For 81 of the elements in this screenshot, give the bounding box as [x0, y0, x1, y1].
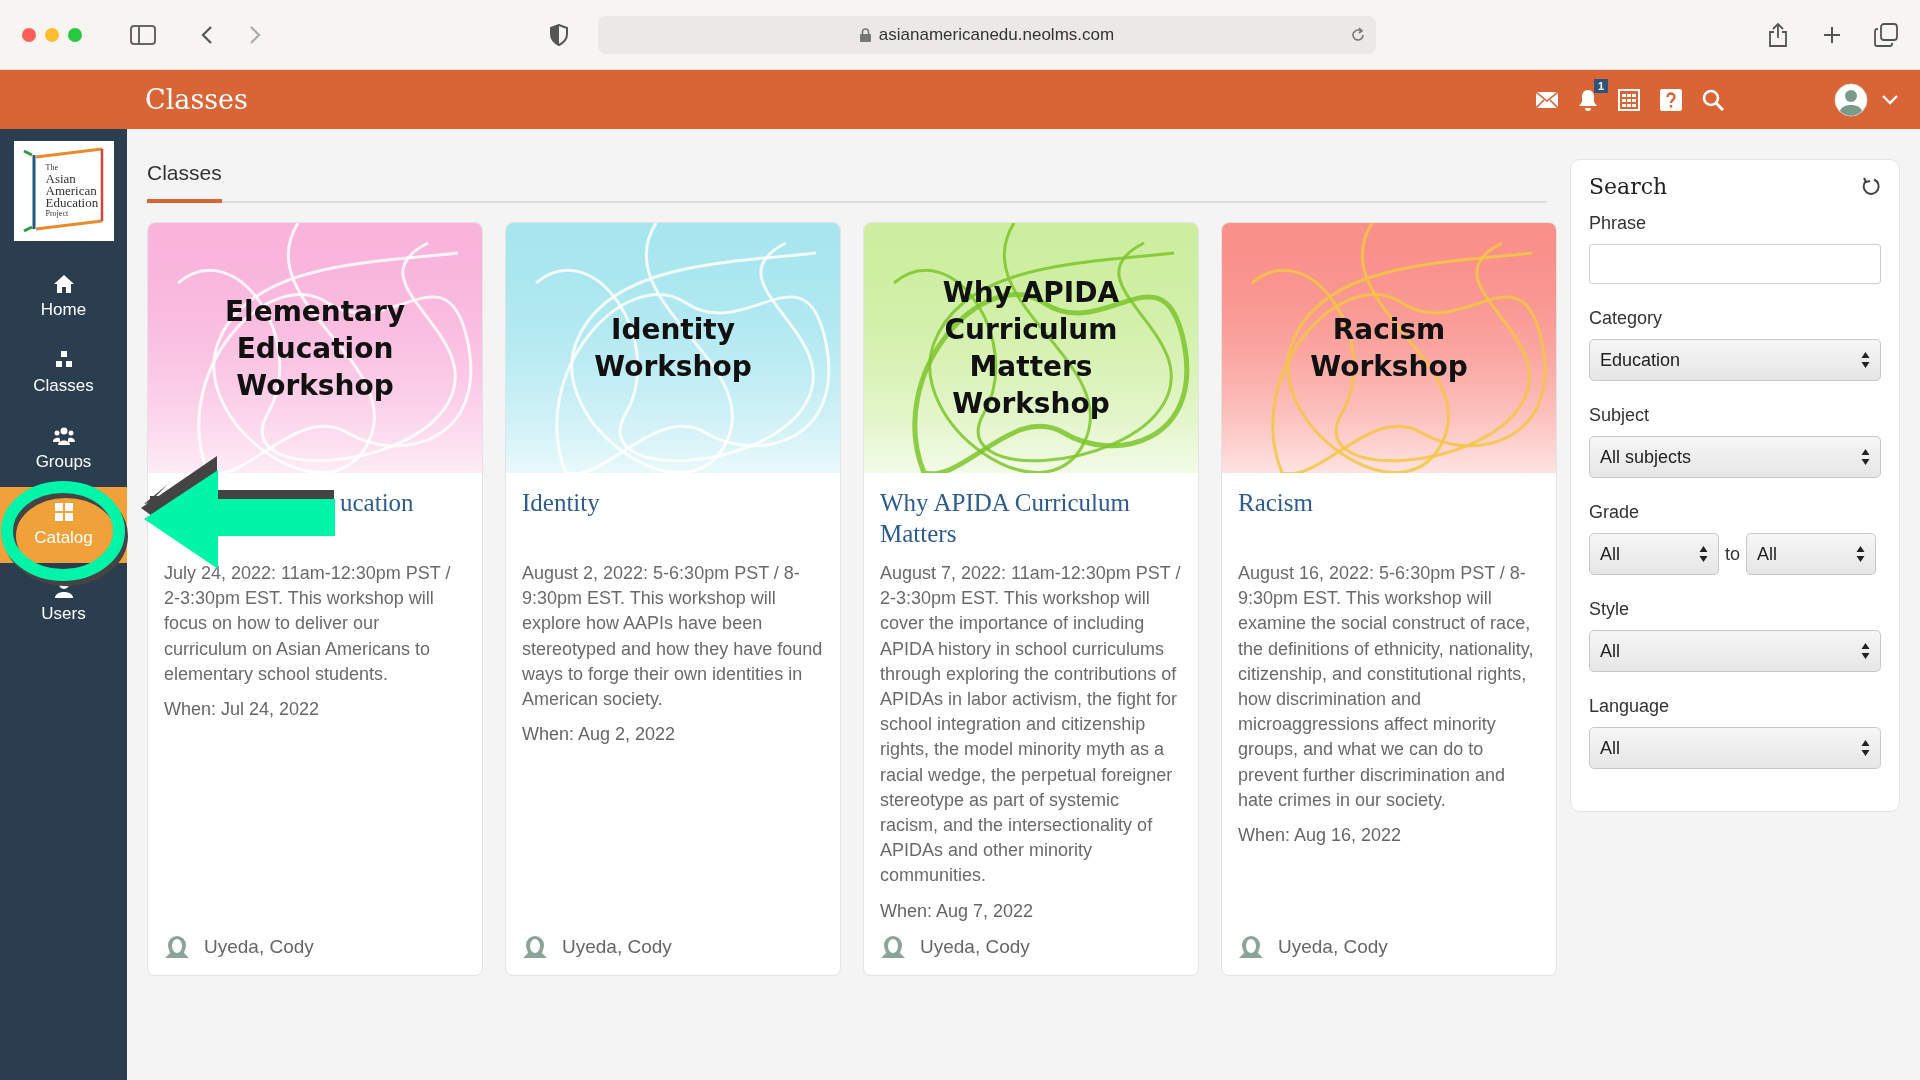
panel-title: Search — [1589, 174, 1668, 199]
banner-title: Identity Workshop — [593, 312, 753, 385]
updown-icon — [1856, 545, 1865, 563]
group-icon — [52, 426, 75, 446]
avatar-icon — [522, 935, 548, 959]
teacher-name[interactable]: Uyeda, Cody — [204, 936, 314, 958]
notification-badge: 1 — [1593, 78, 1608, 93]
share-icon[interactable] — [1768, 22, 1788, 47]
select-field[interactable]: All subjects — [1589, 436, 1881, 478]
avatar-icon — [164, 935, 190, 959]
logo-text: The — [45, 163, 59, 173]
logo-text: Asian — [45, 173, 77, 185]
sidebar-toggle-icon[interactable] — [130, 24, 156, 45]
reload-icon[interactable] — [1350, 26, 1366, 43]
bell-icon[interactable] — [1578, 88, 1598, 111]
logo-text: Education — [45, 197, 100, 209]
search-icon[interactable] — [1702, 88, 1724, 111]
updown-icon — [1861, 448, 1870, 466]
range-joiner: to — [1725, 543, 1740, 565]
field-label: Language — [1589, 696, 1671, 717]
page-title: Classes — [145, 84, 248, 115]
home-icon — [52, 274, 75, 294]
back-icon[interactable] — [200, 24, 214, 45]
class-description: August 7, 2022: 11am-12:30pm PST / 2-3:30pm EST. This workshop will cover the importance of including APIDA history in school curriculums through exploring the contributions of APIDAs in labor activism, the fight for school integration and citizenship rights, the model minority myth as a racial wedge, the perpetual foreigner stereotype as part of systemic racism, and the intersectionality of APIDAs and other minority communities. — [880, 562, 1182, 888]
class-description: August 16, 2022: 5-6:30pm PST / 8-9:30pm EST. This workshop will examine the social construct of race, the definitions of ethnicity, nationality, citizenship, and constitutional rights, how discrimination and microaggressions affect minority groups, and what we can do to prevent further discrimination and hate crimes in our society. — [1238, 562, 1535, 812]
logo-text: American — [45, 185, 98, 197]
reset-icon[interactable] — [1861, 176, 1881, 197]
avatar-icon — [1238, 935, 1264, 959]
class-card[interactable] — [147, 222, 483, 976]
nav-item[interactable]: Groups — [0, 411, 127, 487]
close-window-button[interactable] — [22, 27, 36, 42]
updown-icon — [1861, 739, 1870, 757]
phrase-field[interactable] — [1589, 244, 1881, 284]
field-label: Category — [1589, 308, 1664, 329]
select-field[interactable]: All — [1589, 727, 1881, 769]
avatar-icon[interactable] — [1834, 82, 1868, 117]
banner-title: Elementary Education Workshop — [223, 293, 407, 404]
class-date: When: Aug 7, 2022 — [880, 900, 1035, 922]
tab[interactable]: Classes — [147, 149, 222, 203]
updown-icon — [1699, 545, 1708, 563]
field-label: Grade — [1589, 502, 1641, 523]
class-title[interactable]: Why APIDA Curriculum Matters — [880, 487, 1182, 549]
select-field[interactable]: All — [1746, 533, 1876, 575]
teacher-name[interactable]: Uyeda, Cody — [920, 936, 1030, 958]
shield-icon[interactable] — [550, 23, 568, 46]
class-card[interactable] — [863, 222, 1199, 976]
banner-title: Racism Workshop — [1309, 312, 1469, 385]
class-description: August 2, 2022: 5-6:30pm PST / 8-9:30pm EST. This workshop will explore how AAPIs have been stereotyped and how they have found ways to forge their own identities in American society. — [522, 562, 824, 711]
updown-icon — [1861, 351, 1870, 369]
help-icon[interactable] — [1660, 88, 1682, 111]
grid-icon — [52, 502, 75, 522]
url-text: asianamericanedu.neolms.com — [878, 24, 1115, 45]
class-date: When: Jul 24, 2022 — [164, 699, 321, 720]
mail-icon[interactable] — [1536, 91, 1558, 108]
logo[interactable]: The Asian American Education Project — [13, 141, 114, 241]
nav-item[interactable]: Home — [0, 259, 127, 335]
field-label: Style — [1589, 599, 1631, 620]
chevron-down-icon[interactable] — [1882, 94, 1898, 105]
teacher-name[interactable]: Uyeda, Cody — [562, 936, 672, 958]
class-description: July 24, 2022: 11am-12:30pm PST / 2-3:30pm EST. This workshop will focus on how to deliver our curriculum on Asian Americans to elementary school students. — [164, 562, 452, 686]
calendar-icon[interactable] — [1618, 88, 1640, 111]
avatar-icon — [880, 935, 906, 959]
select-field[interactable]: All — [1589, 533, 1719, 575]
field-label: Subject — [1589, 405, 1651, 426]
class-title[interactable]: Racism — [1238, 487, 1313, 518]
plus-icon[interactable] — [1822, 24, 1842, 45]
address-bar[interactable]: asianamericanedu.neolms.com — [598, 15, 1376, 54]
logo-text: Project — [45, 209, 70, 219]
class-title[interactable]: Identity — [522, 487, 600, 518]
select-field[interactable]: Education — [1589, 339, 1881, 381]
class-date: When: Aug 2, 2022 — [522, 724, 677, 746]
tabs-icon[interactable] — [1874, 22, 1898, 47]
class-title[interactable]: ucation — [340, 487, 414, 518]
nav-item[interactable]: Classes — [0, 335, 127, 411]
nav-item[interactable]: Users — [0, 563, 127, 639]
updown-icon — [1861, 642, 1870, 660]
lock-icon — [859, 27, 871, 42]
class-date: When: Aug 16, 2022 — [1238, 825, 1403, 847]
field-label: Phrase — [1589, 213, 1648, 234]
teacher-name[interactable]: Uyeda, Cody — [1278, 936, 1388, 958]
select-field[interactable]: All — [1589, 630, 1881, 672]
